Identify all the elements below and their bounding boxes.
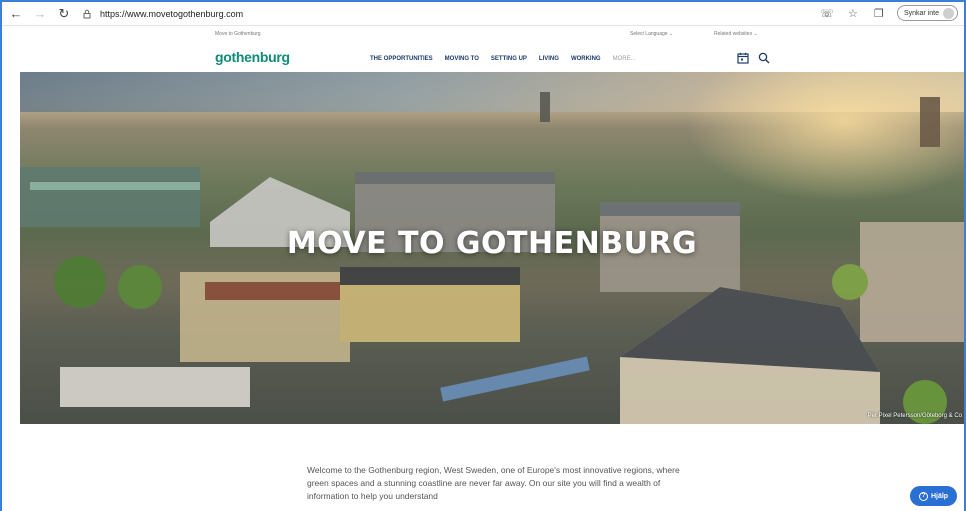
help-button[interactable]: ? Hjälp [910, 486, 957, 506]
url-text: https://www.movetogothenburg.com [100, 8, 244, 19]
nav-item-moving-to[interactable]: MOVING TO [445, 56, 479, 62]
read-aloud-icon[interactable]: ☏ [819, 5, 835, 21]
language-label: Select Language [630, 31, 668, 37]
favorites-star-icon[interactable]: ☆ [845, 5, 861, 21]
profile-sync-button[interactable]: Synkar inte [896, 5, 958, 21]
forward-arrow-icon[interactable]: → [30, 4, 50, 24]
collections-icon[interactable]: ❐ [871, 5, 887, 21]
search-icon[interactable] [758, 52, 770, 64]
hero-title: MOVE TO GOTHENBURG [286, 226, 698, 261]
sync-label: Synkar inte [903, 9, 939, 17]
back-arrow-icon[interactable]: ← [6, 4, 26, 24]
browser-window: ← → ↻ https://www.movetogothenburg.com ☏… [0, 0, 966, 511]
browser-toolbar: ← → ↻ https://www.movetogothenburg.com ☏… [2, 2, 964, 26]
site-logo[interactable]: gothenburg [215, 49, 290, 65]
question-icon: ? [918, 491, 928, 501]
main-nav: THE OPPORTUNITIES MOVING TO SETTING UP L… [370, 56, 636, 62]
nav-item-living[interactable]: LIVING [539, 56, 559, 62]
intro-paragraph: Welcome to the Gothenburg region, West S… [307, 465, 680, 501]
help-label: Hjälp [930, 492, 949, 500]
nav-item-more[interactable]: MORE... [613, 56, 636, 62]
lock-icon [83, 9, 91, 18]
related-label: Related websites [714, 31, 753, 37]
nav-item-working[interactable]: WORKING [571, 56, 601, 62]
hero-banner: MOVE TO GOTHENBURG Per Pixel Petersson/G… [20, 72, 964, 424]
nav-item-opportunities[interactable]: THE OPPORTUNITIES [370, 56, 433, 62]
related-websites-select[interactable]: Related websites ⌄ [714, 31, 758, 37]
reload-icon[interactable]: ↻ [54, 4, 74, 24]
calendar-icon[interactable] [737, 52, 749, 64]
language-select[interactable]: Select Language ⌄ [630, 31, 673, 37]
photo-credit: Per Pixel Petersson/Göteborg & Co [867, 413, 962, 419]
avatar [943, 7, 954, 19]
site-header: gothenburg THE OPPORTUNITIES MOVING TO S… [2, 42, 964, 72]
site-top-strip: Move to Gothenburg Select Language ⌄ Rel… [2, 27, 964, 42]
address-bar[interactable]: https://www.movetogothenburg.com [82, 9, 243, 19]
nav-item-setting-up[interactable]: SETTING UP [491, 56, 527, 62]
breadcrumb[interactable]: Move to Gothenburg [215, 31, 261, 37]
